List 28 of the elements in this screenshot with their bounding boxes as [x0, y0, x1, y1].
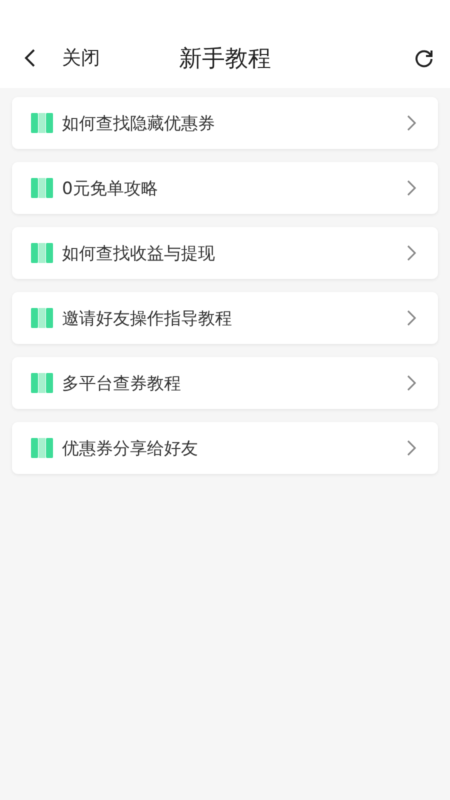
item-label: 如何查找隐藏优惠券 — [62, 112, 216, 134]
map-icon — [31, 243, 53, 263]
close-link[interactable]: 关闭 — [62, 45, 100, 71]
tutorial-item[interactable]: 邀请好友操作指导教程 — [12, 292, 438, 344]
chevron-right-icon — [407, 180, 416, 196]
item-label: 多平台查券教程 — [62, 372, 182, 394]
back-icon[interactable] — [24, 48, 36, 68]
map-icon — [31, 308, 53, 328]
item-label: 0元免单攻略 — [62, 178, 159, 200]
tutorial-item[interactable]: 优惠券分享给好友 — [12, 422, 438, 474]
tutorial-item[interactable]: 多平台查券教程 — [12, 357, 438, 409]
page-title: 新手教程 — [179, 44, 272, 74]
tutorial-item[interactable]: 如何查找收益与提现 — [12, 227, 438, 279]
chevron-right-icon — [407, 310, 416, 326]
chevron-right-icon — [407, 115, 416, 131]
tutorial-item[interactable]: 如何查找隐藏优惠券 — [12, 97, 438, 149]
map-icon — [31, 438, 53, 458]
tutorial-item[interactable]: 0元免单攻略 — [12, 162, 438, 214]
map-icon — [31, 113, 53, 133]
chevron-right-icon — [407, 440, 416, 456]
map-icon — [31, 373, 53, 393]
item-label: 优惠券分享给好友 — [62, 438, 199, 460]
map-icon — [31, 178, 53, 198]
refresh-icon[interactable] — [414, 48, 434, 68]
item-label: 如何查找收益与提现 — [62, 242, 216, 264]
chevron-right-icon — [407, 375, 416, 391]
item-label: 邀请好友操作指导教程 — [62, 308, 233, 330]
chevron-right-icon — [407, 245, 416, 261]
